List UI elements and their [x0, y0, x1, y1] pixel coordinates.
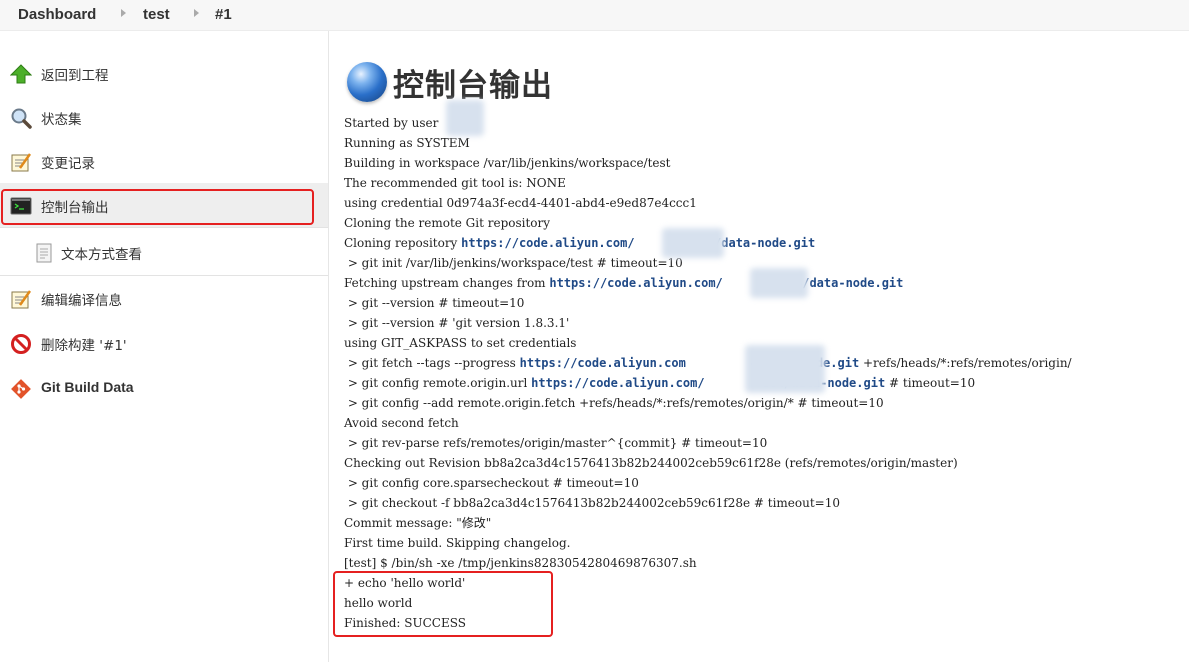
redaction-blur	[745, 345, 825, 393]
notepad-icon	[11, 153, 32, 172]
console-line: > git --version # 'git version 1.8.3.1'	[344, 313, 1189, 333]
console-text: > git config core.sparsecheckout # timeo…	[344, 476, 639, 490]
page-title: 控制台输出	[393, 68, 553, 104]
console-line: [test] $ /bin/sh -xe /tmp/jenkins8283054…	[344, 553, 1189, 573]
console-line: > git config core.sparsecheckout # timeo…	[344, 473, 1189, 493]
console-text: Building in workspace /var/lib/jenkins/w…	[344, 156, 671, 170]
sidebar-item-label: 返回到工程	[41, 68, 109, 84]
sidebar-item-label: 控制台输出	[41, 200, 109, 216]
document-icon	[36, 243, 52, 263]
repository-link[interactable]: https://code.aliyun.com/ 804/data-node.g…	[531, 376, 885, 390]
sidebar-item-changes[interactable]: 变更记录	[0, 139, 328, 183]
terminal-icon	[10, 197, 32, 215]
divider	[0, 227, 328, 228]
notepad-icon	[11, 290, 32, 309]
console-text: > git rev-parse refs/remotes/origin/mast…	[344, 436, 768, 450]
console-line: Cloning repository https://code.aliyun.c…	[344, 233, 1189, 253]
git-icon	[11, 379, 31, 399]
repository-link[interactable]: https://code.aliyun.com/ 804/data-node.g…	[549, 276, 903, 290]
console-text: > git --version # timeout=10	[344, 296, 525, 310]
magnifier-icon	[11, 108, 32, 129]
console-line: Avoid second fetch	[344, 413, 1189, 433]
sidebar-item-back-to-project[interactable]: 返回到工程	[0, 51, 328, 95]
sidebar-border	[328, 31, 329, 662]
sidebar-item-console-output[interactable]: 控制台输出	[0, 183, 328, 227]
sidebar-item-label: 文本方式查看	[61, 247, 142, 263]
console-text: + echo 'hello world'	[344, 576, 466, 590]
console-text: > git config --add remote.origin.fetch +…	[344, 396, 884, 410]
redaction-blur	[750, 268, 808, 298]
redaction-blur	[446, 100, 484, 136]
console-line: + echo 'hello world'	[344, 573, 1189, 593]
console-line: > git checkout -f bb8a2ca3d4c1576413b82b…	[344, 493, 1189, 513]
sidebar: 返回到工程 状态集 变更记录 控制台输出 文本方式查看 编辑编译信息 删除构建 …	[0, 31, 328, 662]
console-text: Fetching upstream changes from	[344, 276, 550, 290]
repository-link[interactable]: https://code.aliyun.com/ 804/data-node.g…	[461, 236, 815, 250]
console-text: > git init /var/lib/jenkins/workspace/te…	[344, 256, 683, 270]
redaction-blur	[662, 228, 724, 258]
console-text: Checking out Revision bb8a2ca3d4c1576413…	[344, 456, 958, 470]
sidebar-item-status[interactable]: 状态集	[0, 95, 328, 139]
sidebar-item-label: 删除构建 '#1'	[41, 338, 127, 354]
sidebar-item-view-as-text[interactable]: 文本方式查看	[0, 230, 328, 274]
console-line: Cloning the remote Git repository	[344, 213, 1189, 233]
console-line: Running as SYSTEM	[344, 133, 1189, 153]
console-line: Building in workspace /var/lib/jenkins/w…	[344, 153, 1189, 173]
console-text: [test] $ /bin/sh -xe /tmp/jenkins8283054…	[344, 556, 697, 570]
console-line: hello world	[344, 593, 1189, 613]
chevron-right-icon	[121, 9, 126, 17]
console-line: using credential 0d974a3f-ecd4-4401-abd4…	[344, 193, 1189, 213]
console-text: Running as SYSTEM	[344, 136, 470, 150]
sidebar-item-label: 变更记录	[41, 156, 95, 172]
console-text: +refs/heads/*:refs/remotes/origin/	[859, 356, 1072, 370]
console-text: The recommended git tool is: NONE	[344, 176, 566, 190]
console-text: Started by user	[344, 116, 439, 130]
sidebar-item-label: Git Build Data	[41, 379, 134, 395]
console-line: > git config --add remote.origin.fetch +…	[344, 393, 1189, 413]
console-text: First time build. Skipping changelog.	[344, 536, 571, 550]
breadcrumb-build[interactable]: #1	[215, 6, 232, 23]
breadcrumb: Dashboard test #1	[0, 0, 1189, 31]
console-text: > git fetch --tags --progress	[344, 356, 520, 370]
sidebar-item-git-build-data[interactable]: Git Build Data	[0, 366, 328, 410]
up-arrow-icon	[10, 64, 32, 84]
console-text: using GIT_ASKPASS to set credentials	[344, 336, 577, 350]
sidebar-item-label: 编辑编译信息	[41, 293, 122, 309]
console-text: hello world	[344, 596, 413, 610]
console-text: > git checkout -f bb8a2ca3d4c1576413b82b…	[344, 496, 841, 510]
console-text: Finished: SUCCESS	[344, 616, 466, 630]
console-line: > git rev-parse refs/remotes/origin/mast…	[344, 433, 1189, 453]
console-text: Cloning the remote Git repository	[344, 216, 551, 230]
console-line: First time build. Skipping changelog.	[344, 533, 1189, 553]
console-text: Avoid second fetch	[344, 416, 459, 430]
console-line: Checking out Revision bb8a2ca3d4c1576413…	[344, 453, 1189, 473]
no-entry-icon	[11, 334, 31, 354]
breadcrumb-job[interactable]: test	[143, 6, 170, 23]
console-text: > git config remote.origin.url	[344, 376, 532, 390]
console-line: Commit message: "修改"	[344, 513, 1189, 533]
console-text: > git --version # 'git version 1.8.3.1'	[344, 316, 570, 330]
console-line: Finished: SUCCESS	[344, 613, 1189, 633]
console-text: using credential 0d974a3f-ecd4-4401-abd4…	[344, 196, 697, 210]
sidebar-item-delete-build[interactable]: 删除构建 '#1'	[0, 321, 328, 365]
console-line: The recommended git tool is: NONE	[344, 173, 1189, 193]
sidebar-item-label: 状态集	[41, 112, 82, 128]
console-text: Commit message: "修改"	[344, 516, 492, 530]
chevron-right-icon	[194, 9, 199, 17]
console-text: Cloning repository	[344, 236, 462, 250]
breadcrumb-dashboard[interactable]: Dashboard	[18, 6, 96, 23]
globe-icon	[347, 62, 387, 102]
console-text: # timeout=10	[885, 376, 976, 390]
sidebar-item-edit-build-info[interactable]: 编辑编译信息	[0, 276, 328, 320]
